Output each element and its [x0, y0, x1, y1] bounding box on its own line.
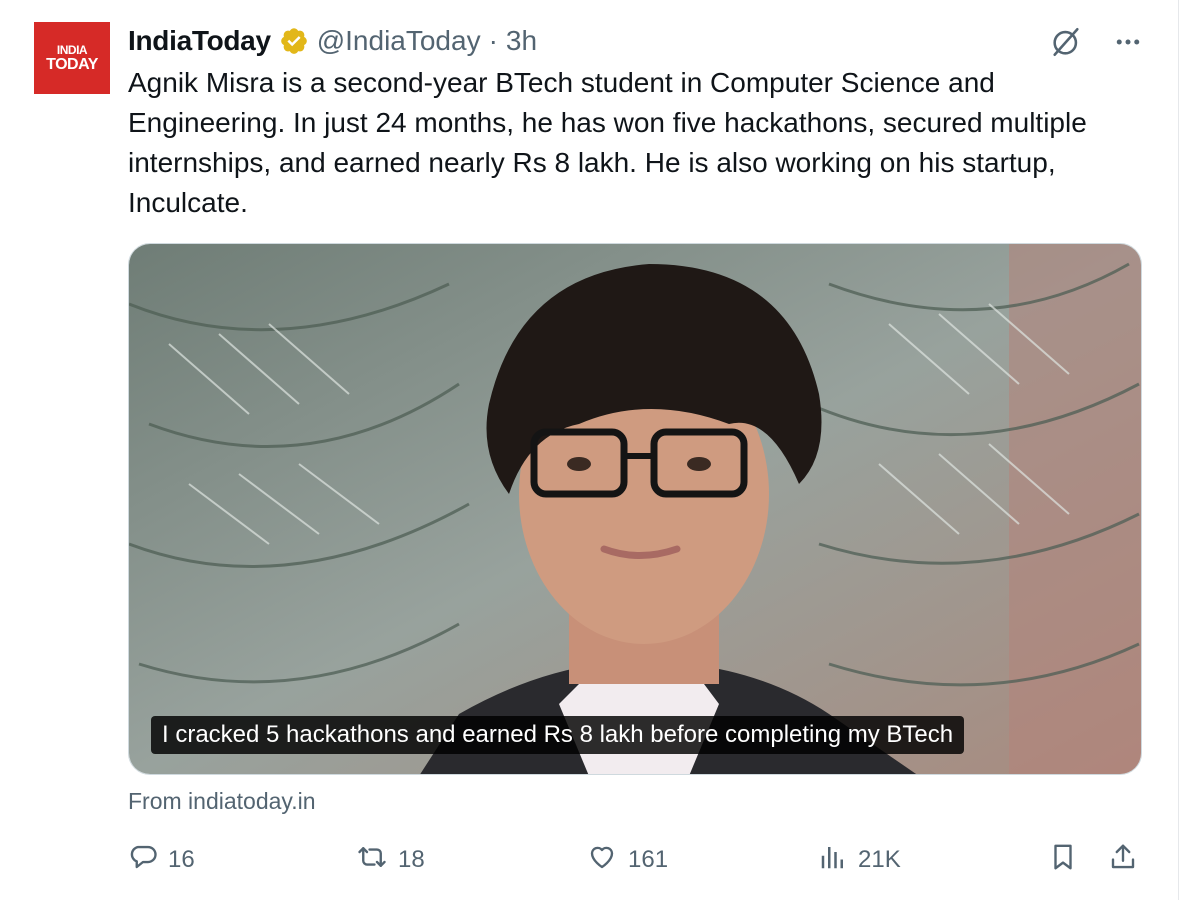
grok-icon[interactable] — [1046, 24, 1086, 60]
media-caption: I cracked 5 hackathons and earned Rs 8 l… — [151, 716, 965, 754]
tweet-header: IndiaToday @IndiaToday · 3h — [128, 22, 537, 60]
separator: · — [488, 25, 498, 56]
retweet-icon — [356, 842, 388, 879]
timeline-border — [1178, 0, 1200, 900]
like-button[interactable]: 161 — [586, 838, 668, 882]
tweet-media[interactable]: I cracked 5 hackathons and earned Rs 8 l… — [128, 243, 1142, 775]
views-icon — [818, 842, 848, 879]
source-link[interactable]: From indiatoday.in — [128, 786, 316, 816]
avatar-text-line1: INDIA — [56, 42, 88, 57]
handle[interactable]: @IndiaToday — [317, 25, 481, 57]
retweet-button[interactable]: 18 — [356, 838, 425, 882]
action-bar: 16 18 161 21K — [128, 838, 1142, 882]
media-photo — [129, 244, 1141, 774]
avatar[interactable]: INDIA TODAY — [34, 22, 110, 94]
timestamp[interactable]: 3h — [506, 25, 537, 57]
reply-icon — [128, 842, 158, 879]
avatar-text-line2: TODAY — [46, 55, 98, 73]
views-button[interactable]: 21K — [818, 838, 901, 882]
reply-count: 16 — [168, 846, 195, 873]
display-name[interactable]: IndiaToday — [128, 25, 271, 57]
more-icon[interactable] — [1108, 24, 1148, 60]
retweet-count: 18 — [398, 846, 425, 873]
like-icon — [586, 842, 618, 879]
views-count: 21K — [858, 846, 901, 873]
reply-button[interactable]: 16 — [128, 838, 195, 882]
tweet-top-actions — [1046, 24, 1148, 60]
bookmark-button[interactable] — [1048, 838, 1078, 882]
bookmark-icon — [1048, 842, 1078, 879]
verified-badge-icon[interactable] — [279, 26, 309, 56]
share-button[interactable] — [1108, 838, 1138, 882]
like-count: 161 — [628, 846, 669, 873]
tweet-text: Agnik Misra is a second-year BTech stude… — [128, 67, 1087, 218]
share-icon — [1108, 842, 1138, 879]
